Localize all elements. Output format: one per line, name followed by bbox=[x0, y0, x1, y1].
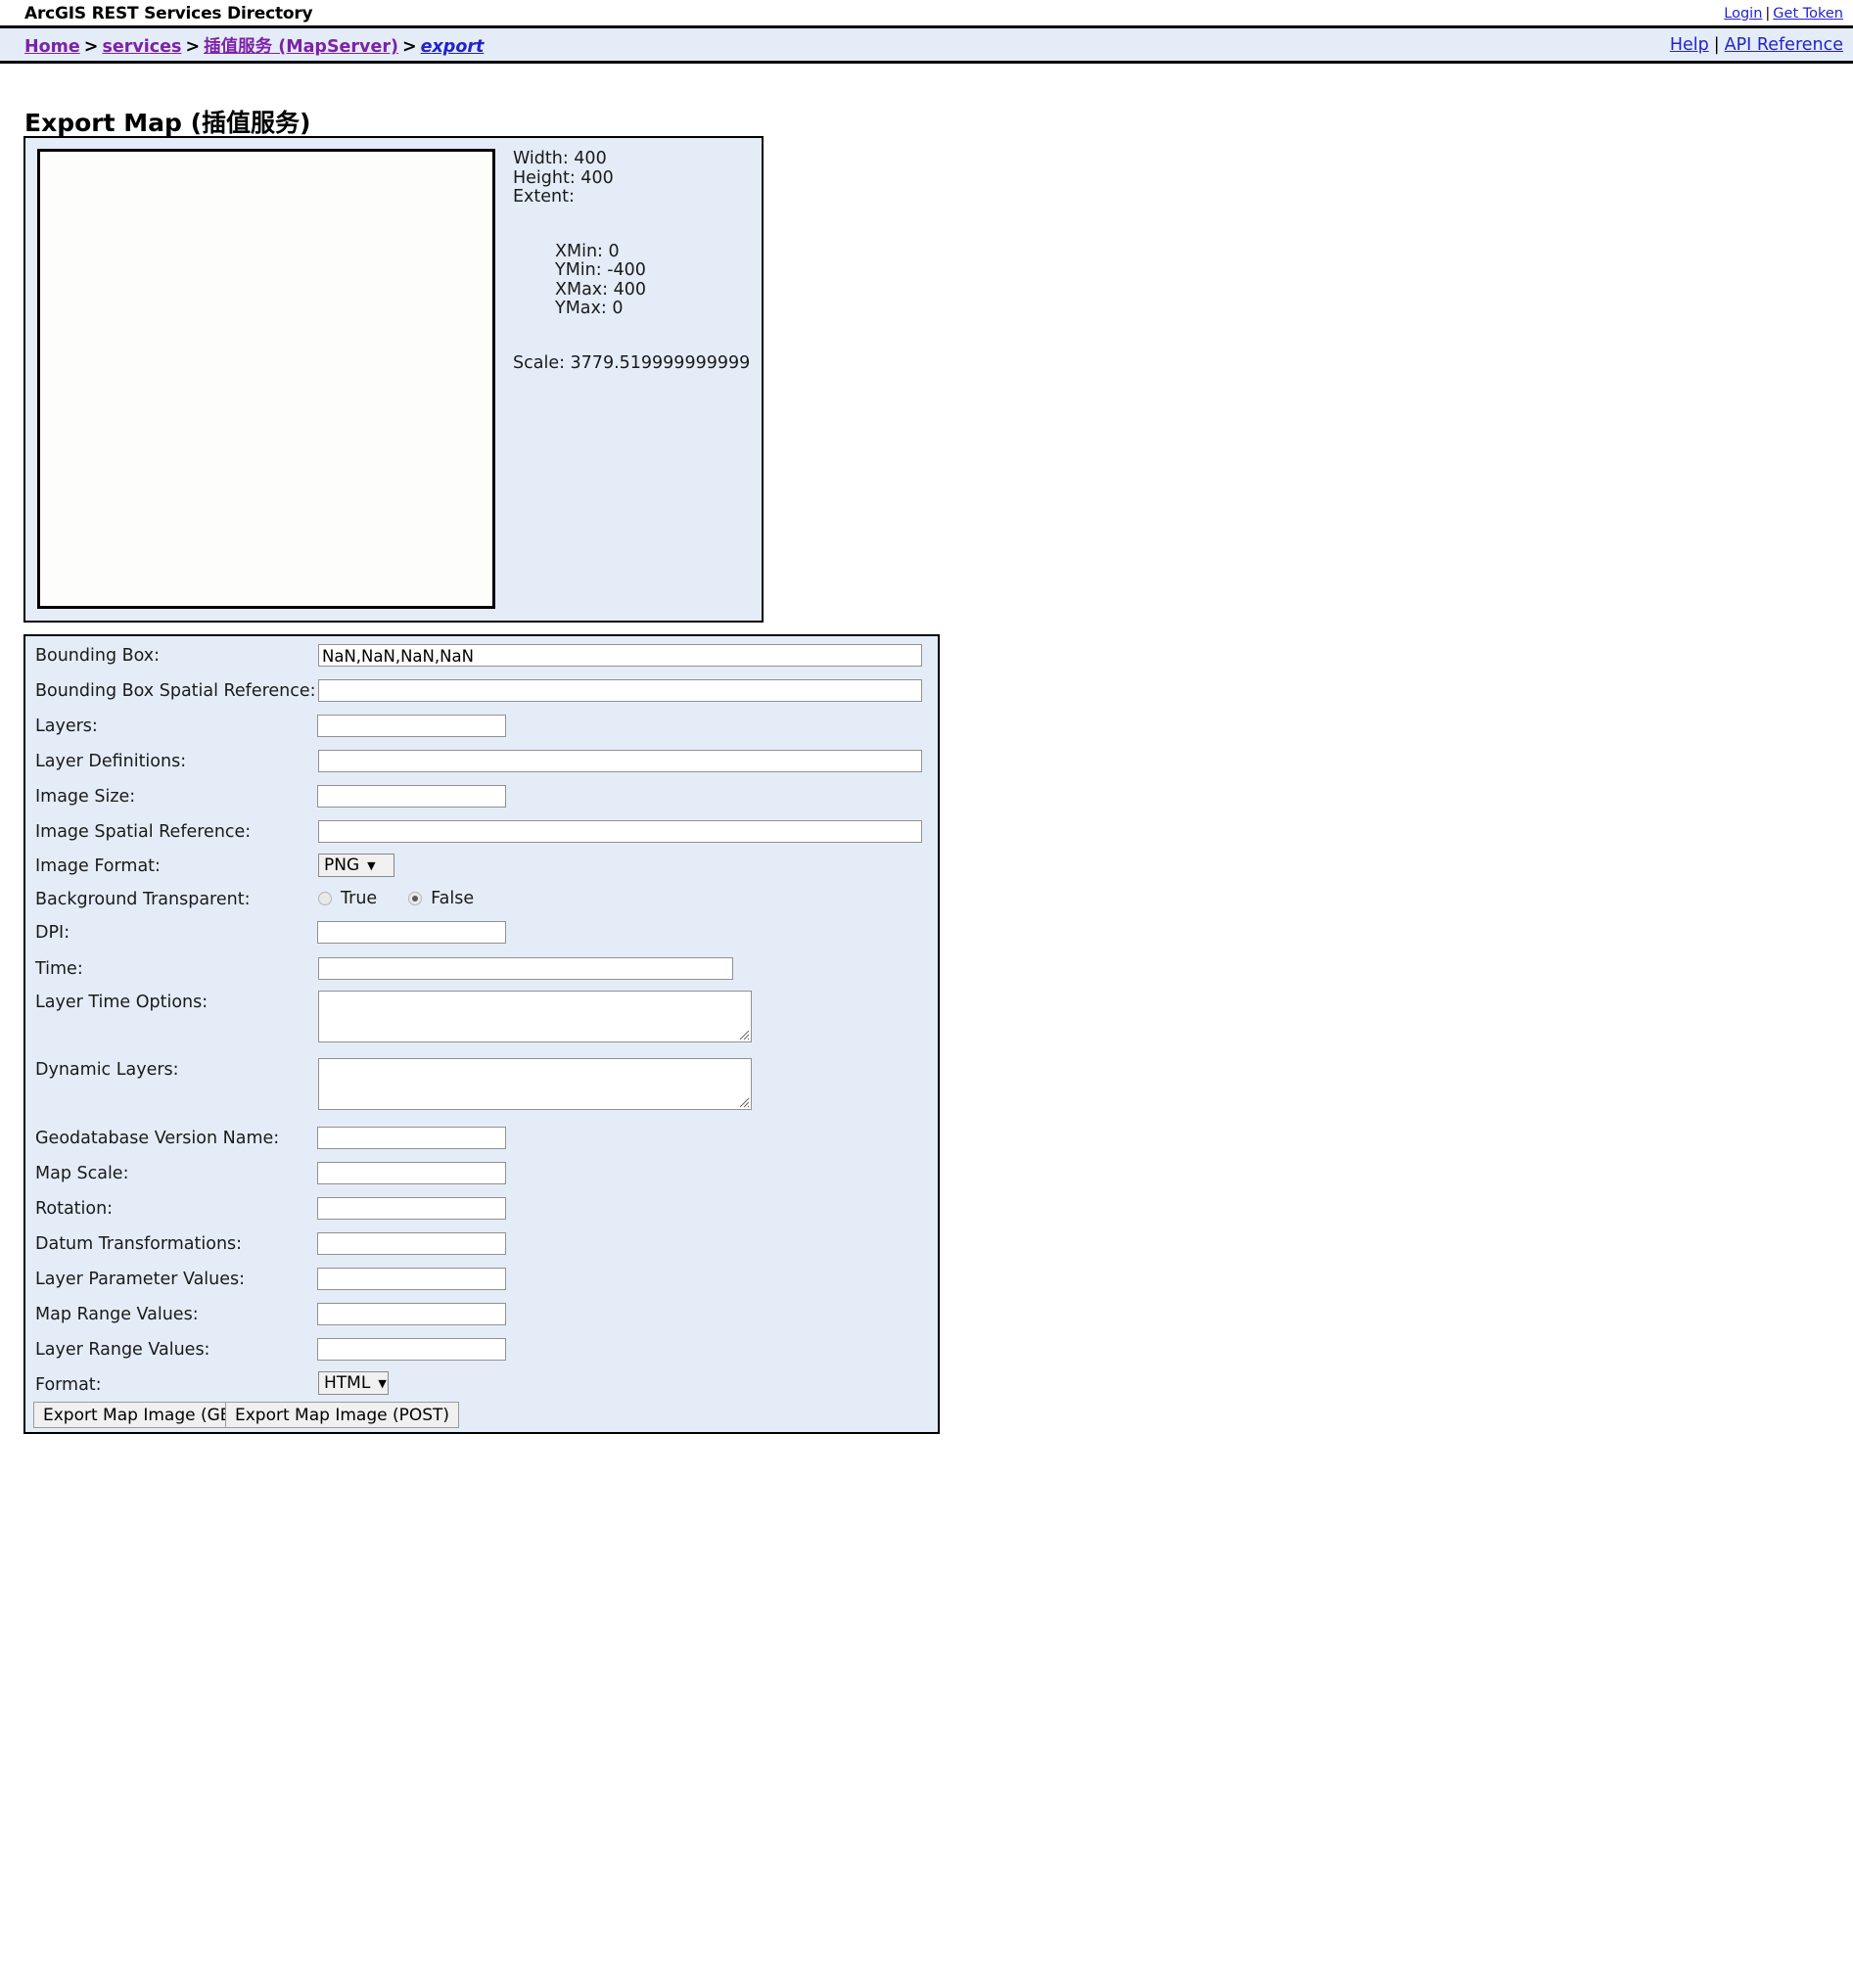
image-format-select[interactable]: PNG ▼ bbox=[318, 854, 394, 877]
background-transparent-label: Background Transparent: bbox=[35, 890, 251, 909]
map-xmin-text: XMin: 0 bbox=[555, 241, 620, 261]
resize-handle-icon[interactable] bbox=[737, 1028, 750, 1040]
image-spatial-reference-input[interactable] bbox=[318, 820, 922, 843]
time-label: Time: bbox=[35, 959, 83, 979]
info-spacer-1 bbox=[513, 208, 754, 243]
export-map-image-get-button[interactable]: Export Map Image (GET) bbox=[33, 1402, 257, 1428]
layer-time-options-label: Layer Time Options: bbox=[35, 993, 208, 1012]
layers-label: Layers: bbox=[35, 717, 98, 736]
map-xmax-text: XMax: 400 bbox=[555, 279, 647, 300]
image-size-label: Image Size: bbox=[35, 787, 136, 807]
chevron-down-icon: ▼ bbox=[367, 858, 376, 872]
page-title: Export Map (插值服务) bbox=[24, 108, 311, 137]
chevron-down-icon: ▼ bbox=[378, 1376, 387, 1390]
layer-range-values-label: Layer Range Values: bbox=[35, 1340, 210, 1360]
format-label: Format: bbox=[35, 1375, 102, 1395]
dynamic-layers-textarea[interactable] bbox=[318, 1058, 752, 1110]
doc-link-separator: | bbox=[1713, 35, 1720, 55]
datum-transformations-label: Datum Transformations: bbox=[35, 1234, 243, 1254]
app-title: ArcGIS REST Services Directory bbox=[24, 4, 313, 23]
map-extent-text: Extent: bbox=[513, 187, 575, 207]
help-link[interactable]: Help bbox=[1670, 35, 1709, 55]
map-width-text: Width: 400 bbox=[513, 149, 607, 168]
map-preview-canvas[interactable] bbox=[37, 149, 495, 609]
layer-time-options-textarea[interactable] bbox=[318, 991, 752, 1042]
layer-definitions-input[interactable] bbox=[318, 750, 922, 772]
breadcrumb-item-home[interactable]: Home bbox=[24, 37, 80, 57]
map-preview-info: Width: 400 Height: 400 Extent: XMin: 0 Y… bbox=[513, 149, 754, 373]
get-token-link[interactable]: Get Token bbox=[1773, 6, 1843, 22]
time-input[interactable] bbox=[318, 957, 733, 980]
export-map-image-post-button[interactable]: Export Map Image (POST) bbox=[225, 1402, 460, 1428]
breadcrumb-bar: Home > services > 插值服务 (MapServer) > export He… bbox=[0, 28, 1853, 64]
breadcrumb-item-services[interactable]: services bbox=[102, 37, 181, 57]
image-spatial-reference-label: Image Spatial Reference: bbox=[35, 822, 252, 842]
map-range-values-input[interactable] bbox=[317, 1303, 506, 1325]
dpi-label: DPI: bbox=[35, 923, 70, 943]
api-reference-link[interactable]: API Reference bbox=[1725, 35, 1843, 55]
breadcrumb-item-export[interactable]: export bbox=[421, 37, 485, 57]
login-link[interactable]: Login bbox=[1724, 6, 1762, 22]
bounding-box-spatial-reference-input[interactable] bbox=[318, 679, 922, 702]
image-size-input[interactable] bbox=[317, 785, 506, 808]
breadcrumb-item-mapserver[interactable]: 插值服务 (MapServer) bbox=[204, 37, 398, 57]
image-format-label: Image Format: bbox=[35, 856, 161, 876]
background-transparent-true-option[interactable]: True bbox=[318, 889, 377, 908]
header-link-separator: | bbox=[1765, 6, 1771, 22]
bounding-box-label: Bounding Box: bbox=[35, 646, 161, 666]
layer-definitions-label: Layer Definitions: bbox=[35, 752, 187, 771]
datum-transformations-input[interactable] bbox=[317, 1232, 506, 1255]
map-ymax-text: YMax: 0 bbox=[555, 299, 624, 318]
export-map-form: Bounding Box: NaN,NaN,NaN,NaN Bounding B… bbox=[23, 634, 940, 1434]
map-scale-text: Scale: 3779.519999999999 bbox=[513, 352, 751, 373]
bounding-box-spatial-reference-label: Bounding Box Spatial Reference: bbox=[35, 681, 316, 701]
format-selected-value: HTML bbox=[324, 1373, 371, 1393]
map-height-text: Height: 400 bbox=[513, 167, 614, 188]
background-transparent-false-label: False bbox=[431, 889, 475, 908]
rotation-input[interactable] bbox=[317, 1197, 506, 1220]
geodatabase-version-name-input[interactable] bbox=[317, 1127, 506, 1149]
rotation-label: Rotation: bbox=[35, 1199, 114, 1219]
breadcrumb-separator: > bbox=[83, 37, 99, 57]
map-range-values-label: Map Range Values: bbox=[35, 1305, 199, 1324]
radio-icon[interactable] bbox=[318, 892, 332, 905]
image-format-selected-value: PNG bbox=[324, 855, 360, 875]
map-ymin-text: YMin: -400 bbox=[555, 260, 646, 280]
layer-parameter-values-label: Layer Parameter Values: bbox=[35, 1270, 246, 1289]
dynamic-layers-label: Dynamic Layers: bbox=[35, 1060, 179, 1080]
geodatabase-version-name-label: Geodatabase Version Name: bbox=[35, 1129, 280, 1148]
breadcrumb-separator: > bbox=[185, 37, 201, 57]
documentation-links: Help | API Reference bbox=[1670, 35, 1843, 55]
dpi-input[interactable] bbox=[317, 921, 506, 944]
map-preview-panel: Width: 400 Height: 400 Extent: XMin: 0 Y… bbox=[23, 136, 764, 623]
background-transparent-true-label: True bbox=[341, 889, 378, 908]
breadcrumb: Home > services > 插值服务 (MapServer) > export bbox=[24, 33, 484, 58]
layer-range-values-input[interactable] bbox=[317, 1338, 506, 1361]
header-account-links: Login | Get Token bbox=[1724, 6, 1843, 22]
map-scale-label: Map Scale: bbox=[35, 1164, 129, 1183]
bounding-box-value: NaN,NaN,NaN,NaN bbox=[322, 647, 474, 666]
breadcrumb-separator: > bbox=[401, 37, 417, 57]
radio-icon-selected[interactable] bbox=[408, 892, 423, 905]
format-select[interactable]: HTML ▼ bbox=[318, 1371, 389, 1395]
layer-parameter-values-input[interactable] bbox=[317, 1268, 506, 1290]
info-spacer-2 bbox=[513, 319, 754, 354]
resize-handle-icon[interactable] bbox=[737, 1095, 750, 1108]
app-header: ArcGIS REST Services Directory Login | Get… bbox=[0, 0, 1853, 28]
background-transparent-false-option[interactable]: False bbox=[408, 889, 474, 908]
bounding-box-input[interactable]: NaN,NaN,NaN,NaN bbox=[318, 644, 922, 667]
map-scale-input[interactable] bbox=[317, 1162, 506, 1184]
layers-input[interactable] bbox=[317, 715, 506, 737]
background-transparent-radio-group: True False bbox=[318, 889, 474, 908]
